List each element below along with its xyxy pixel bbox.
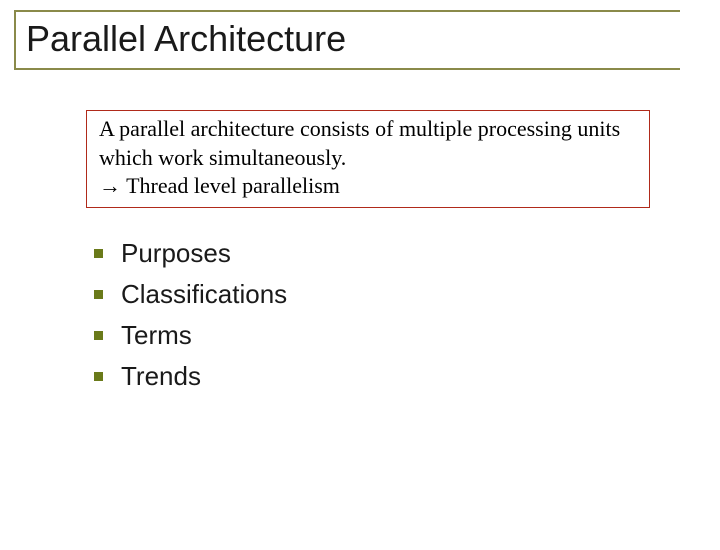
list-item: Classifications (94, 279, 720, 310)
bullet-label: Purposes (121, 238, 231, 269)
bullet-icon (94, 290, 103, 299)
bullet-label: Classifications (121, 279, 287, 310)
title-rule-bottom (14, 68, 680, 70)
definition-line-2: → Thread level parallelism (99, 172, 637, 201)
list-item: Purposes (94, 238, 720, 269)
bullet-icon (94, 249, 103, 258)
definition-line-1: A parallel architecture consists of mult… (99, 115, 637, 172)
list-item: Terms (94, 320, 720, 351)
list-item: Trends (94, 361, 720, 392)
title-block: Parallel Architecture (0, 10, 720, 70)
definition-box: A parallel architecture consists of mult… (86, 110, 650, 208)
bullet-label: Trends (121, 361, 201, 392)
bullet-list: Purposes Classifications Terms Trends (94, 238, 720, 392)
slide-title: Parallel Architecture (16, 12, 346, 68)
bullet-icon (94, 331, 103, 340)
bullet-icon (94, 372, 103, 381)
bullet-label: Terms (121, 320, 192, 351)
